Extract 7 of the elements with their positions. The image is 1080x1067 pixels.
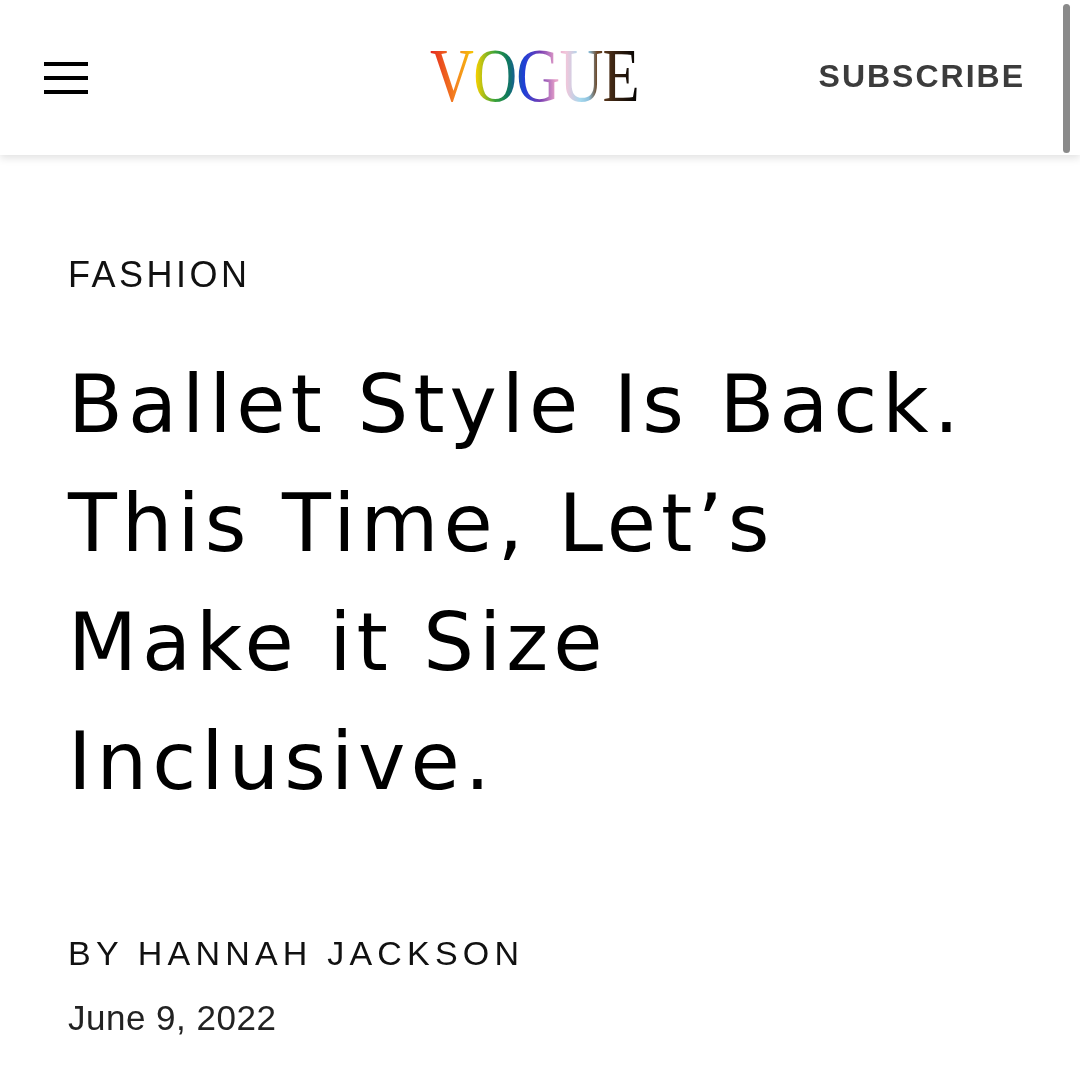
subscribe-link[interactable]: SUBSCRIBE [818, 60, 1025, 92]
article-headline: Ballet Style Is Back. This Time, Let’s Make it Size Inclusive. [68, 357, 966, 810]
author-byline: BY HANNAH JACKSON [68, 936, 526, 970]
scrollbar-thumb[interactable] [1063, 4, 1070, 153]
menu-icon[interactable] [44, 61, 88, 94]
publish-date: June 9, 2022 [68, 1000, 278, 1035]
section-label[interactable]: FASHION [68, 257, 1020, 293]
